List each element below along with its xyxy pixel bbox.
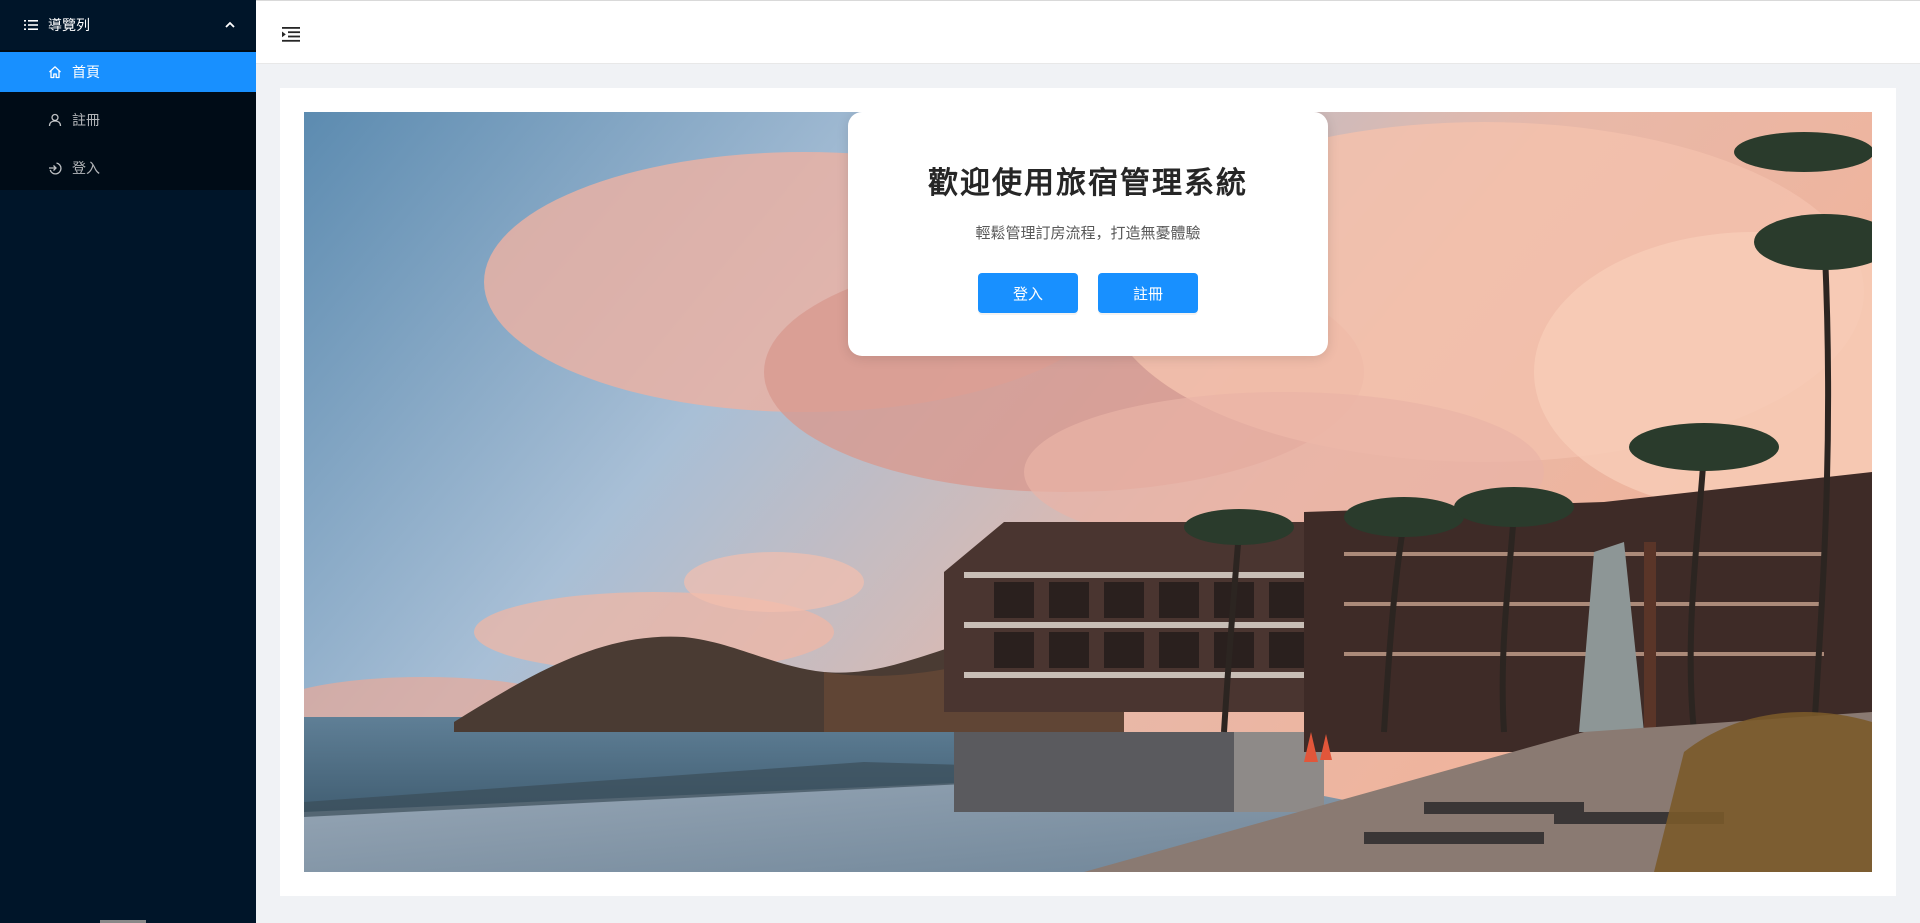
- sidebar: 導覽列 首頁 註冊 登入: [0, 0, 256, 923]
- submenu-navigation[interactable]: 導覽列: [0, 0, 256, 50]
- submenu-list: 首頁 註冊 登入: [0, 50, 256, 190]
- register-button[interactable]: 註冊: [1098, 273, 1198, 313]
- sidebar-item-login[interactable]: 登入: [0, 148, 256, 188]
- sidebar-item-register[interactable]: 註冊: [0, 100, 256, 140]
- chevron-up-icon: [225, 21, 235, 28]
- welcome-actions: 登入 註冊: [848, 273, 1328, 313]
- menu-fold-icon[interactable]: [280, 23, 302, 45]
- login-icon: [49, 162, 62, 175]
- list-icon: [24, 20, 38, 30]
- sidebar-item-label: 註冊: [72, 113, 100, 129]
- welcome-subtitle: 輕鬆管理訂房流程，打造無憂體驗: [975, 224, 1201, 242]
- user-icon: [48, 113, 62, 127]
- top-header: [256, 0, 1920, 64]
- welcome-title: 歡迎使用旅宿管理系統: [928, 166, 1248, 201]
- sidebar-item-label: 登入: [72, 161, 100, 177]
- app-root: 導覽列 首頁 註冊 登入 歡迎使用旅宿管理系統 輕鬆管理訂房流程，打造無憂體驗 …: [0, 0, 1920, 923]
- welcome-card: 歡迎使用旅宿管理系統 輕鬆管理訂房流程，打造無憂體驗 登入 註冊: [848, 112, 1328, 356]
- hero-banner: 歡迎使用旅宿管理系統 輕鬆管理訂房流程，打造無憂體驗 登入 註冊: [304, 112, 1872, 872]
- content-area: 歡迎使用旅宿管理系統 輕鬆管理訂房流程，打造無憂體驗 登入 註冊: [280, 88, 1896, 896]
- home-icon: [49, 66, 61, 79]
- login-button[interactable]: 登入: [978, 273, 1078, 313]
- submenu-navigation-label: 導覽列: [48, 18, 90, 34]
- sidebar-item-label: 首頁: [72, 65, 100, 81]
- sidebar-item-home[interactable]: 首頁: [0, 52, 256, 92]
